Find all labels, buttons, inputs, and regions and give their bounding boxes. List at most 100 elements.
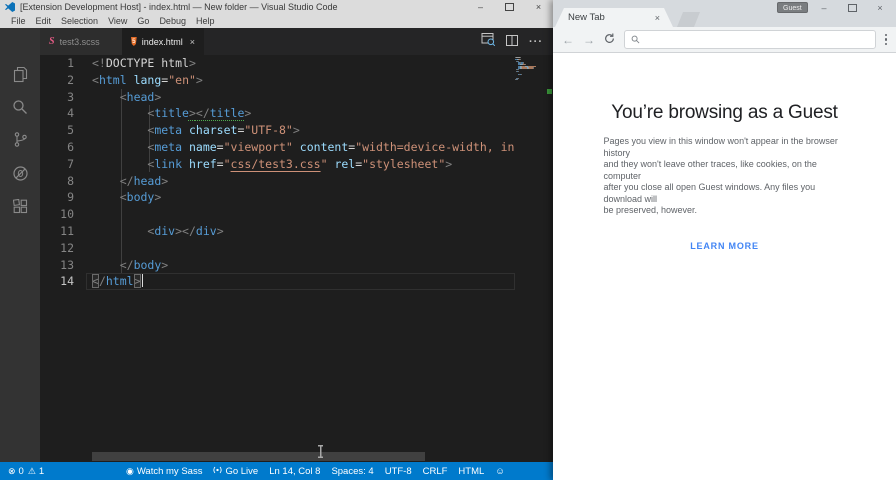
tab-label: index.html <box>141 36 183 47</box>
code-line[interactable]: 9 <body> <box>40 189 514 206</box>
problems-warnings[interactable]: ⚠ 1 <box>28 466 44 477</box>
line-number: 13 <box>60 257 74 272</box>
eye-icon: ◉ <box>125 465 134 476</box>
minimap[interactable] <box>513 55 543 177</box>
browser-menu-icon[interactable] <box>884 33 887 46</box>
browser-close-button[interactable]: × <box>866 0 894 15</box>
address-search-icon <box>631 31 640 49</box>
code-line[interactable]: 5 <meta charset="UTF-8"> <box>40 122 514 139</box>
mouse-ibeam-cursor <box>317 445 324 458</box>
eol-sequence[interactable]: CRLF <box>423 466 448 477</box>
debug-icon[interactable] <box>11 164 29 182</box>
line-number: 1 <box>67 56 74 70</box>
browser-tab-close-icon[interactable]: × <box>655 13 660 23</box>
guest-heading: You’re browsing as a Guest <box>611 102 838 123</box>
line-number: 4 <box>67 106 74 121</box>
browser-tab-title: New Tab <box>568 12 605 23</box>
explorer-icon[interactable] <box>11 65 29 83</box>
browser-minimize-button[interactable]: – <box>810 0 838 15</box>
tab-label: test3.scss <box>59 36 100 47</box>
menu-item-help[interactable]: Help <box>191 16 220 26</box>
code-line[interactable]: 11 <div></div> <box>40 223 514 240</box>
tab-close-icon[interactable]: × <box>190 37 195 47</box>
language-mode[interactable]: HTML <box>458 466 484 477</box>
editor-actions: ··· <box>481 28 553 55</box>
source-control-icon[interactable] <box>11 130 29 148</box>
vscode-window-controls: – × <box>466 0 553 14</box>
close-button[interactable]: × <box>524 0 553 14</box>
open-preview-icon[interactable] <box>481 32 496 51</box>
warning-icon: ⚠ <box>27 465 36 476</box>
horizontal-scrollbar[interactable] <box>92 452 425 461</box>
cursor-position[interactable]: Ln 14, Col 8 <box>269 466 320 477</box>
line-number: 9 <box>67 190 74 205</box>
browser-window-controls: – × <box>810 0 894 15</box>
code-line[interactable]: 13 </body> <box>40 257 514 274</box>
code-line[interactable]: 14 </html> <box>40 273 514 290</box>
browser-page: You’re browsing as a Guest Pages you vie… <box>553 54 896 480</box>
broadcast-icon <box>213 465 223 477</box>
reload-icon[interactable] <box>604 31 615 49</box>
tab-test3-scss[interactable]: S test3.scss <box>40 28 122 55</box>
error-icon: ⊗ <box>8 465 16 476</box>
extensions-icon[interactable] <box>11 197 29 215</box>
learn-more-link[interactable]: LEARN MORE <box>690 241 759 251</box>
code-line[interactable]: 10 <box>40 206 514 223</box>
line-number: 3 <box>67 89 74 104</box>
line-number: 11 <box>60 223 74 238</box>
status-bar: ⊗ 0 ⚠ 1 ◉ Watch my Sass Go Live Ln 14, C… <box>0 462 553 480</box>
line-number: 6 <box>67 139 74 154</box>
line-number: 10 <box>60 207 74 222</box>
browser-tab-new-tab[interactable]: New Tab × <box>555 8 673 27</box>
address-input[interactable] <box>644 33 869 46</box>
activity-bar <box>0 28 40 462</box>
line-number: 2 <box>67 72 74 87</box>
go-live-button[interactable]: Go Live <box>213 465 258 477</box>
back-icon[interactable]: ← <box>562 34 574 46</box>
search-icon[interactable] <box>11 98 29 116</box>
code-line[interactable]: 1 <!DOCTYPE html> <box>40 55 514 72</box>
maximize-button[interactable] <box>495 0 524 14</box>
text-cursor <box>141 274 144 288</box>
menu-item-selection[interactable]: Selection <box>56 16 103 26</box>
browser-window: Guest – × New Tab × ← → You’re browsing … <box>553 0 896 480</box>
tab-index-html[interactable]: 5 index.html × <box>122 28 204 55</box>
forward-icon[interactable]: → <box>583 34 595 46</box>
encoding[interactable]: UTF-8 <box>385 466 412 477</box>
menu-item-debug[interactable]: Debug <box>154 16 191 26</box>
address-bar[interactable] <box>624 30 876 49</box>
menu-item-view[interactable]: View <box>103 16 132 26</box>
guest-profile-badge[interactable]: Guest <box>777 2 808 13</box>
code-line[interactable]: 6 <meta name="viewport" content="width=d… <box>40 139 514 156</box>
line-number: 7 <box>67 156 74 171</box>
problems-errors[interactable]: ⊗ 0 <box>8 466 24 477</box>
feedback-smiley-icon[interactable]: ☺ <box>495 466 505 477</box>
line-number: 14 <box>60 274 74 289</box>
guest-body-text: Pages you view in this window won't appe… <box>603 136 838 215</box>
more-actions-icon[interactable]: ··· <box>529 36 543 48</box>
menu-item-edit[interactable]: Edit <box>31 16 57 26</box>
menu-item-go[interactable]: Go <box>132 16 154 26</box>
line-number: 5 <box>67 123 74 138</box>
code-line[interactable]: 7 <link href="css/test3.css" rel="styles… <box>40 156 514 173</box>
code-line[interactable]: 8 </head> <box>40 173 514 190</box>
split-editor-icon[interactable] <box>506 33 518 51</box>
menu-item-file[interactable]: File <box>6 16 31 26</box>
window-title: [Extension Development Host] - index.htm… <box>20 2 338 12</box>
code-editor[interactable]: 1 <!DOCTYPE html> 2 <html lang="en"> 3 <head… <box>40 55 553 462</box>
vscode-titlebar: [Extension Development Host] - index.htm… <box>0 0 553 14</box>
watch-sass-button[interactable]: ◉ Watch my Sass <box>126 466 203 477</box>
line-number: 12 <box>60 240 74 255</box>
code-line[interactable]: 3 <head> <box>40 89 514 106</box>
code-line[interactable]: 2 <html lang="en"> <box>40 72 514 89</box>
code-line[interactable]: 4 <title></title> <box>40 105 514 122</box>
sass-icon: S <box>49 36 55 47</box>
indentation[interactable]: Spaces: 4 <box>331 466 373 477</box>
overview-ruler-mark <box>547 89 552 94</box>
browser-toolbar: ← → <box>553 27 896 53</box>
browser-maximize-button[interactable] <box>838 0 866 15</box>
code-line[interactable]: 12 <box>40 240 514 257</box>
code-lines: 1 <!DOCTYPE html> 2 <html lang="en"> 3 <head… <box>40 55 514 290</box>
line-number: 8 <box>67 173 74 188</box>
minimize-button[interactable]: – <box>466 0 495 14</box>
